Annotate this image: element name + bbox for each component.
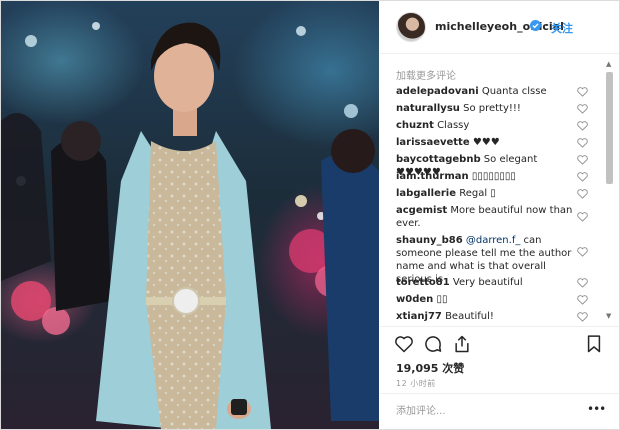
share-icon[interactable] xyxy=(452,334,472,354)
comment-text: Classy xyxy=(437,120,470,131)
comment-username[interactable]: w0den xyxy=(396,294,433,305)
avatar[interactable] xyxy=(396,12,426,42)
instagram-post: michelleyeoh_official · 关注 加载更多评论 adelep… xyxy=(0,0,620,430)
scroll-down-arrow-icon[interactable]: ▼ xyxy=(606,312,611,320)
comment-username[interactable]: iam.thurman xyxy=(396,171,469,182)
bookmark-icon[interactable] xyxy=(584,334,604,354)
scrollbar-thumb[interactable] xyxy=(606,72,613,184)
comment-username[interactable]: labgallerie xyxy=(396,188,456,199)
post-sidebar: michelleyeoh_official · 关注 加载更多评论 adelep… xyxy=(380,1,619,429)
comment-mention[interactable]: @darren.f_ xyxy=(466,235,521,246)
comment-username[interactable]: naturallysu xyxy=(396,103,460,114)
comment: naturallysu So pretty!!! xyxy=(396,102,581,115)
comment-text: Quanta clsse xyxy=(481,86,547,97)
comment-like-heart-icon[interactable] xyxy=(577,138,588,148)
add-comment-row: ••• xyxy=(380,393,619,429)
heart-icon[interactable] xyxy=(394,334,414,354)
follow-button[interactable]: 关注 xyxy=(551,20,573,36)
scroll-up-arrow-icon[interactable]: ▲ xyxy=(606,60,611,68)
more-options-icon[interactable]: ••• xyxy=(587,402,606,416)
comments-list: 加载更多评论 adelepadovani Quanta clsse natura… xyxy=(380,54,619,326)
comment: chuznt Classy xyxy=(396,119,581,132)
add-comment-input[interactable] xyxy=(396,403,576,419)
photo-illustration xyxy=(1,22,379,429)
comment: acgemist More beautiful now than ever. xyxy=(396,204,581,230)
separator-dot: · xyxy=(545,19,549,32)
comment-like-heart-icon[interactable] xyxy=(577,172,588,182)
comment-username[interactable]: baycottagebnb xyxy=(396,154,481,165)
comment-text: Regal ▯ xyxy=(459,188,496,199)
comment-like-heart-icon[interactable] xyxy=(577,87,588,97)
comment-username[interactable]: toretto81 xyxy=(396,277,450,288)
comment-username[interactable]: adelepadovani xyxy=(396,86,479,97)
comment-username[interactable]: larissaevette xyxy=(396,137,470,148)
comment: iam.thurman ▯▯▯▯▯▯▯▯ xyxy=(396,170,581,183)
verified-badge-icon xyxy=(530,20,541,31)
comment-text: ♥♥♥ xyxy=(472,137,500,148)
comment-text: So pretty!!! xyxy=(463,103,521,114)
post-photo[interactable] xyxy=(1,1,379,429)
post-actions: 19,095 次赞 12 小时前 ••• xyxy=(380,326,619,429)
post-timestamp[interactable]: 12 小时前 xyxy=(396,378,436,389)
comment: larissaevette ♥♥♥ xyxy=(396,136,581,149)
comment-like-heart-icon[interactable] xyxy=(577,312,588,322)
comment-like-heart-icon[interactable] xyxy=(577,155,588,165)
comment-text: Very beautiful xyxy=(452,277,523,288)
comment-like-heart-icon[interactable] xyxy=(577,212,588,222)
comment-like-heart-icon[interactable] xyxy=(577,278,588,288)
comment-like-heart-icon[interactable] xyxy=(577,104,588,114)
likes-count[interactable]: 19,095 次赞 xyxy=(396,360,464,376)
post-header: michelleyeoh_official · 关注 xyxy=(380,1,619,54)
comment-like-heart-icon[interactable] xyxy=(577,247,588,257)
comment: labgallerie Regal ▯ xyxy=(396,187,581,200)
comment: toretto81 Very beautiful xyxy=(396,276,581,289)
comment-username[interactable]: shauny_b86 xyxy=(396,235,463,246)
comment: w0den ▯▯ xyxy=(396,293,581,306)
comment-like-heart-icon[interactable] xyxy=(577,295,588,305)
comment-like-heart-icon[interactable] xyxy=(577,189,588,199)
comment-username[interactable]: chuznt xyxy=(396,120,434,131)
comment-icon[interactable] xyxy=(423,334,443,354)
comment-text: ▯▯ xyxy=(436,294,448,305)
comment-text: ▯▯▯▯▯▯▯▯ xyxy=(471,171,516,182)
comment-like-heart-icon[interactable] xyxy=(577,121,588,131)
comment-username[interactable]: acgemist xyxy=(396,205,447,216)
comment-username[interactable]: xtianj77 xyxy=(396,311,442,322)
comment: adelepadovani Quanta clsse xyxy=(396,85,581,98)
load-more-comments-link[interactable]: 加载更多评论 xyxy=(396,67,456,82)
comment: xtianj77 Beautiful! xyxy=(396,310,581,323)
comment-text: Beautiful! xyxy=(445,311,494,322)
